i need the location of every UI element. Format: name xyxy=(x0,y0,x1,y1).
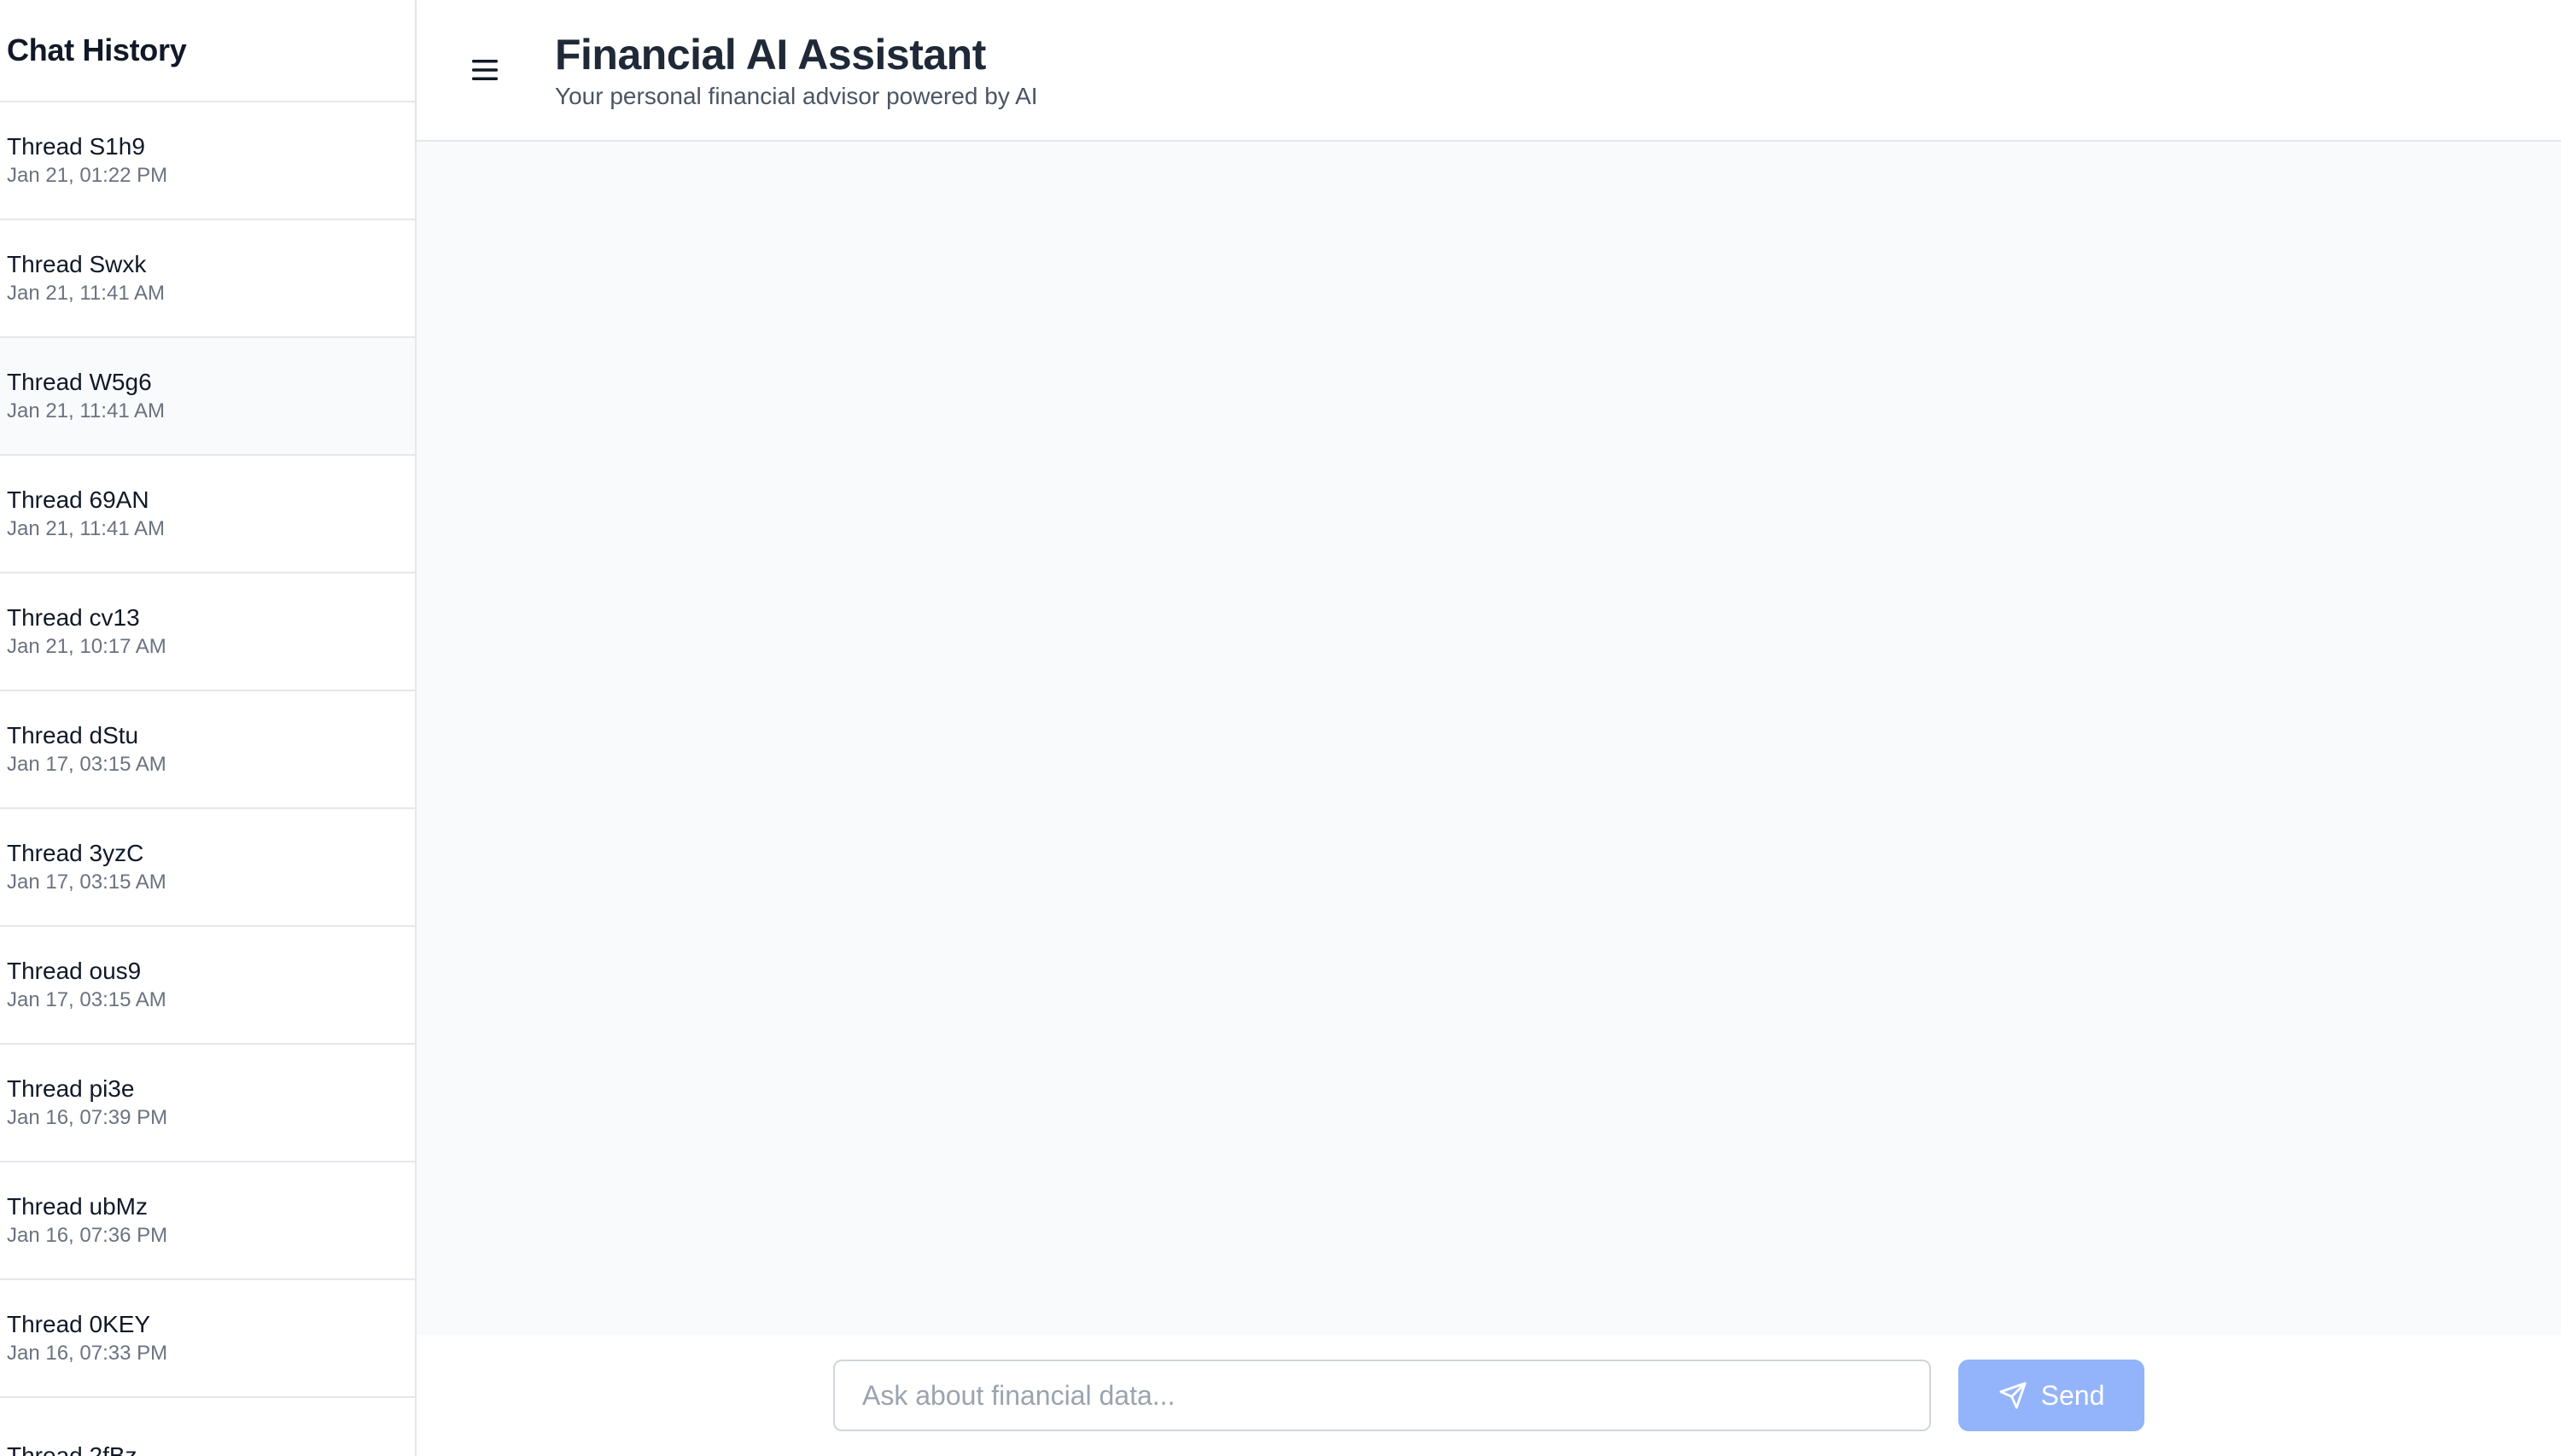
thread-name: Thread 3yzC xyxy=(7,840,144,866)
thread-name: Thread ubMz xyxy=(7,1193,148,1220)
thread-item[interactable]: Thread dStu Jan 17, 03:15 AM xyxy=(0,691,415,809)
thread-list: Thread S1h9 Jan 21, 01:22 PM Thread Swxk… xyxy=(0,102,415,1456)
thread-timestamp: Jan 17, 03:15 AM xyxy=(7,871,166,894)
thread-timestamp: Jan 16, 07:36 PM xyxy=(7,1224,168,1247)
thread-item[interactable]: Thread W5g6 Jan 21, 11:41 AM xyxy=(0,338,415,456)
page-subtitle: Your personal financial advisor powered … xyxy=(555,83,1038,109)
thread-name: Thread 2fBz xyxy=(7,1442,137,1456)
thread-name: Thread W5g6 xyxy=(7,369,152,395)
sidebar-header: Chat History xyxy=(0,0,415,102)
thread-timestamp: Jan 21, 10:17 AM xyxy=(7,635,166,658)
thread-timestamp: Jan 21, 11:41 AM xyxy=(7,282,166,305)
thread-name: Thread Swxk xyxy=(7,251,147,277)
thread-item[interactable]: Thread 69AN Jan 21, 11:41 AM xyxy=(0,456,415,574)
chat-history-sidebar: Chat History Thread S1h9 Jan 21, 01:22 P… xyxy=(0,0,417,1456)
thread-name: Thread 0KEY xyxy=(7,1311,151,1337)
send-label: Send xyxy=(2040,1379,2105,1411)
thread-timestamp: Jan 21, 01:22 PM xyxy=(7,164,168,187)
thread-item[interactable]: Thread 0KEY Jan 16, 07:33 PM xyxy=(0,1280,415,1398)
hamburger-menu-icon xyxy=(472,60,498,80)
thread-item[interactable]: Thread ous9 Jan 17, 03:15 AM xyxy=(0,927,415,1045)
menu-button[interactable] xyxy=(459,44,510,96)
thread-item[interactable]: Thread cv13 Jan 21, 10:17 AM xyxy=(0,574,415,691)
main-panel: Financial AI Assistant Your personal fin… xyxy=(417,0,2561,1456)
thread-timestamp: Jan 16, 07:33 PM xyxy=(7,1342,168,1365)
message-input[interactable] xyxy=(833,1360,1931,1431)
thread-name: Thread pi3e xyxy=(7,1075,135,1102)
paper-plane-icon xyxy=(1998,1381,2027,1410)
thread-item[interactable]: Thread Swxk Jan 21, 11:41 AM xyxy=(0,220,415,338)
thread-name: Thread S1h9 xyxy=(7,133,145,160)
page-title: Financial AI Assistant xyxy=(555,31,986,79)
thread-item[interactable]: Thread S1h9 Jan 21, 01:22 PM xyxy=(0,102,415,220)
thread-timestamp: Jan 16, 07:39 PM xyxy=(7,1106,168,1129)
thread-timestamp: Jan 17, 03:15 AM xyxy=(7,753,166,776)
thread-item[interactable]: Thread pi3e Jan 16, 07:39 PM xyxy=(0,1045,415,1162)
send-button[interactable]: Send xyxy=(1958,1360,2144,1431)
thread-item[interactable]: Thread ubMz Jan 16, 07:36 PM xyxy=(0,1162,415,1280)
sidebar-title: Chat History xyxy=(7,32,187,67)
thread-name: Thread 69AN xyxy=(7,486,149,513)
chat-messages-area xyxy=(417,142,2561,1335)
message-composer: Send xyxy=(417,1335,2561,1456)
thread-name: Thread ous9 xyxy=(7,958,142,984)
thread-timestamp: Jan 21, 11:41 AM xyxy=(7,399,166,422)
thread-item[interactable]: Thread 2fBz xyxy=(0,1398,415,1456)
app-header: Financial AI Assistant Your personal fin… xyxy=(417,0,2561,142)
thread-name: Thread cv13 xyxy=(7,604,140,631)
thread-timestamp: Jan 21, 11:41 AM xyxy=(7,517,166,540)
thread-timestamp: Jan 17, 03:15 AM xyxy=(7,988,166,1011)
title-block: Financial AI Assistant Your personal fin… xyxy=(555,28,1038,112)
app: Chat History Thread S1h9 Jan 21, 01:22 P… xyxy=(0,0,2561,1456)
thread-name: Thread dStu xyxy=(7,722,139,748)
thread-item[interactable]: Thread 3yzC Jan 17, 03:15 AM xyxy=(0,809,415,927)
